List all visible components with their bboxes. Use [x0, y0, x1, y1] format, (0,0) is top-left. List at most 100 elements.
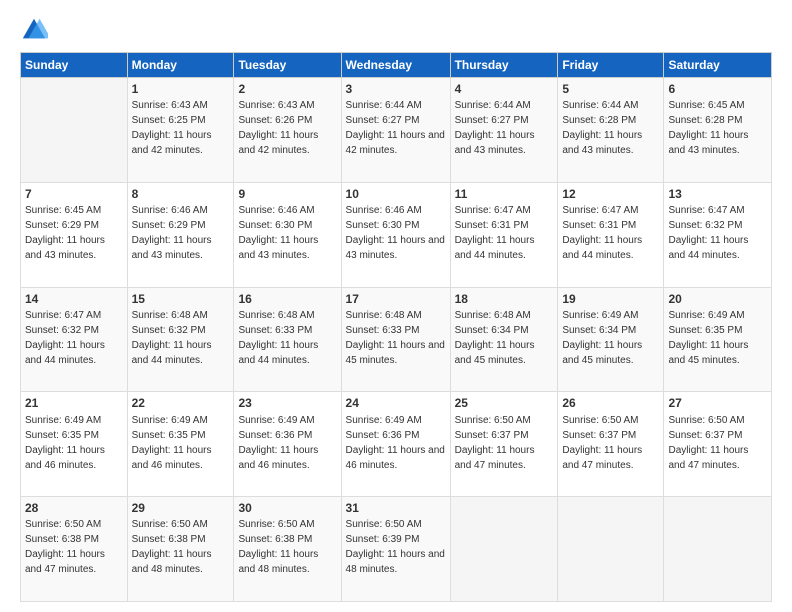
day-number: 28 — [25, 500, 123, 516]
day-info: Sunrise: 6:47 AMSunset: 6:31 PMDaylight:… — [562, 205, 642, 261]
day-info: Sunrise: 6:47 AMSunset: 6:31 PMDaylight:… — [455, 205, 535, 261]
day-number: 4 — [455, 81, 554, 97]
calendar-cell: 12 Sunrise: 6:47 AMSunset: 6:31 PMDayligh… — [558, 182, 664, 287]
day-info: Sunrise: 6:50 AMSunset: 6:37 PMDaylight:… — [455, 415, 535, 471]
day-number: 31 — [346, 500, 446, 516]
day-number: 3 — [346, 81, 446, 97]
calendar-cell — [664, 497, 772, 602]
day-info: Sunrise: 6:47 AMSunset: 6:32 PMDaylight:… — [668, 205, 748, 261]
day-number: 30 — [238, 500, 336, 516]
day-header-thursday: Thursday — [450, 53, 558, 78]
calendar-cell: 14Sunrise: 6:47 AMSunset: 6:32 PMDayligh… — [21, 287, 128, 392]
day-number: 16 — [238, 291, 336, 307]
calendar-week-row: 28 Sunrise: 6:50 AMSunset: 6:38 PMDayligh… — [21, 497, 772, 602]
calendar-cell: 16 Sunrise: 6:48 AMSunset: 6:33 PMDayligh… — [234, 287, 341, 392]
day-info: Sunrise: 6:43 AMSunset: 6:26 PMDaylight:… — [238, 100, 318, 156]
day-info: Sunrise: 6:49 AMSunset: 6:36 PMDaylight:… — [238, 415, 318, 471]
day-info: Sunrise: 6:50 AMSunset: 6:38 PMDaylight:… — [238, 519, 318, 575]
calendar-cell — [558, 497, 664, 602]
calendar-week-row: 14Sunrise: 6:47 AMSunset: 6:32 PMDayligh… — [21, 287, 772, 392]
day-number: 17 — [346, 291, 446, 307]
day-number: 2 — [238, 81, 336, 97]
day-number: 26 — [562, 395, 659, 411]
day-info: Sunrise: 6:45 AMSunset: 6:28 PMDaylight:… — [668, 100, 748, 156]
day-info: Sunrise: 6:46 AMSunset: 6:29 PMDaylight:… — [132, 205, 212, 261]
calendar-cell: 3Sunrise: 6:44 AMSunset: 6:27 PMDaylight… — [341, 78, 450, 183]
day-info: Sunrise: 6:49 AMSunset: 6:36 PMDaylight:… — [346, 415, 445, 471]
calendar-cell — [21, 78, 128, 183]
day-number: 27 — [668, 395, 767, 411]
calendar-cell: 20Sunrise: 6:49 AMSunset: 6:35 PMDayligh… — [664, 287, 772, 392]
calendar-cell: 13 Sunrise: 6:47 AMSunset: 6:32 PMDayligh… — [664, 182, 772, 287]
day-header-sunday: Sunday — [21, 53, 128, 78]
calendar-cell: 8 Sunrise: 6:46 AMSunset: 6:29 PMDaylight… — [127, 182, 234, 287]
day-number: 6 — [668, 81, 767, 97]
day-info: Sunrise: 6:45 AMSunset: 6:29 PMDaylight:… — [25, 205, 105, 261]
calendar-cell: 18 Sunrise: 6:48 AMSunset: 6:34 PMDayligh… — [450, 287, 558, 392]
day-number: 13 — [668, 186, 767, 202]
day-number: 21 — [25, 395, 123, 411]
day-number: 25 — [455, 395, 554, 411]
page: SundayMondayTuesdayWednesdayThursdayFrid… — [0, 0, 792, 612]
day-info: Sunrise: 6:44 AMSunset: 6:27 PMDaylight:… — [455, 100, 535, 156]
calendar-cell: 15 Sunrise: 6:48 AMSunset: 6:32 PMDayligh… — [127, 287, 234, 392]
day-number: 29 — [132, 500, 230, 516]
logo-icon — [20, 16, 48, 44]
day-header-tuesday: Tuesday — [234, 53, 341, 78]
day-info: Sunrise: 6:50 AMSunset: 6:38 PMDaylight:… — [25, 519, 105, 575]
day-number: 15 — [132, 291, 230, 307]
day-number: 1 — [132, 81, 230, 97]
day-info: Sunrise: 6:50 AMSunset: 6:38 PMDaylight:… — [132, 519, 212, 575]
calendar-cell: 1 Sunrise: 6:43 AMSunset: 6:25 PMDaylight… — [127, 78, 234, 183]
calendar-cell: 25 Sunrise: 6:50 AMSunset: 6:37 PMDayligh… — [450, 392, 558, 497]
day-number: 7 — [25, 186, 123, 202]
day-number: 24 — [346, 395, 446, 411]
calendar-cell: 7 Sunrise: 6:45 AMSunset: 6:29 PMDaylight… — [21, 182, 128, 287]
day-info: Sunrise: 6:48 AMSunset: 6:33 PMDaylight:… — [346, 310, 445, 366]
day-number: 22 — [132, 395, 230, 411]
day-info: Sunrise: 6:43 AMSunset: 6:25 PMDaylight:… — [132, 100, 212, 156]
day-number: 11 — [455, 186, 554, 202]
calendar-cell: 2 Sunrise: 6:43 AMSunset: 6:26 PMDaylight… — [234, 78, 341, 183]
day-header-friday: Friday — [558, 53, 664, 78]
day-number: 9 — [238, 186, 336, 202]
calendar-cell: 26 Sunrise: 6:50 AMSunset: 6:37 PMDayligh… — [558, 392, 664, 497]
day-info: Sunrise: 6:49 AMSunset: 6:35 PMDaylight:… — [25, 415, 105, 471]
day-number: 19 — [562, 291, 659, 307]
day-info: Sunrise: 6:48 AMSunset: 6:33 PMDaylight:… — [238, 310, 318, 366]
day-info: Sunrise: 6:49 AMSunset: 6:35 PMDaylight:… — [132, 415, 212, 471]
calendar-cell: 24 Sunrise: 6:49 AMSunset: 6:36 PMDayligh… — [341, 392, 450, 497]
day-header-monday: Monday — [127, 53, 234, 78]
calendar-cell: 31 Sunrise: 6:50 AMSunset: 6:39 PMDayligh… — [341, 497, 450, 602]
calendar-cell: 10Sunrise: 6:46 AMSunset: 6:30 PMDayligh… — [341, 182, 450, 287]
calendar-cell: 4 Sunrise: 6:44 AMSunset: 6:27 PMDaylight… — [450, 78, 558, 183]
day-number: 10 — [346, 186, 446, 202]
calendar-week-row: 1 Sunrise: 6:43 AMSunset: 6:25 PMDaylight… — [21, 78, 772, 183]
day-info: Sunrise: 6:49 AMSunset: 6:35 PMDaylight:… — [668, 310, 748, 366]
day-info: Sunrise: 6:49 AMSunset: 6:34 PMDaylight:… — [562, 310, 642, 366]
day-info: Sunrise: 6:44 AMSunset: 6:28 PMDaylight:… — [562, 100, 642, 156]
day-header-wednesday: Wednesday — [341, 53, 450, 78]
calendar-table: SundayMondayTuesdayWednesdayThursdayFrid… — [20, 52, 772, 602]
day-number: 8 — [132, 186, 230, 202]
day-number: 23 — [238, 395, 336, 411]
day-info: Sunrise: 6:50 AMSunset: 6:37 PMDaylight:… — [562, 415, 642, 471]
header — [20, 16, 772, 44]
day-info: Sunrise: 6:47 AMSunset: 6:32 PMDaylight:… — [25, 310, 105, 366]
calendar-header-row: SundayMondayTuesdayWednesdayThursdayFrid… — [21, 53, 772, 78]
day-number: 5 — [562, 81, 659, 97]
day-info: Sunrise: 6:50 AMSunset: 6:39 PMDaylight:… — [346, 519, 445, 575]
day-info: Sunrise: 6:46 AMSunset: 6:30 PMDaylight:… — [238, 205, 318, 261]
calendar-cell: 19 Sunrise: 6:49 AMSunset: 6:34 PMDayligh… — [558, 287, 664, 392]
day-number: 12 — [562, 186, 659, 202]
day-info: Sunrise: 6:48 AMSunset: 6:34 PMDaylight:… — [455, 310, 535, 366]
day-number: 18 — [455, 291, 554, 307]
calendar-cell: 27 Sunrise: 6:50 AMSunset: 6:37 PMDayligh… — [664, 392, 772, 497]
calendar-cell: 29 Sunrise: 6:50 AMSunset: 6:38 PMDayligh… — [127, 497, 234, 602]
day-info: Sunrise: 6:50 AMSunset: 6:37 PMDaylight:… — [668, 415, 748, 471]
day-info: Sunrise: 6:48 AMSunset: 6:32 PMDaylight:… — [132, 310, 212, 366]
calendar-cell: 30 Sunrise: 6:50 AMSunset: 6:38 PMDayligh… — [234, 497, 341, 602]
logo — [20, 16, 52, 44]
calendar-cell: 11 Sunrise: 6:47 AMSunset: 6:31 PMDayligh… — [450, 182, 558, 287]
calendar-cell: 23 Sunrise: 6:49 AMSunset: 6:36 PMDayligh… — [234, 392, 341, 497]
